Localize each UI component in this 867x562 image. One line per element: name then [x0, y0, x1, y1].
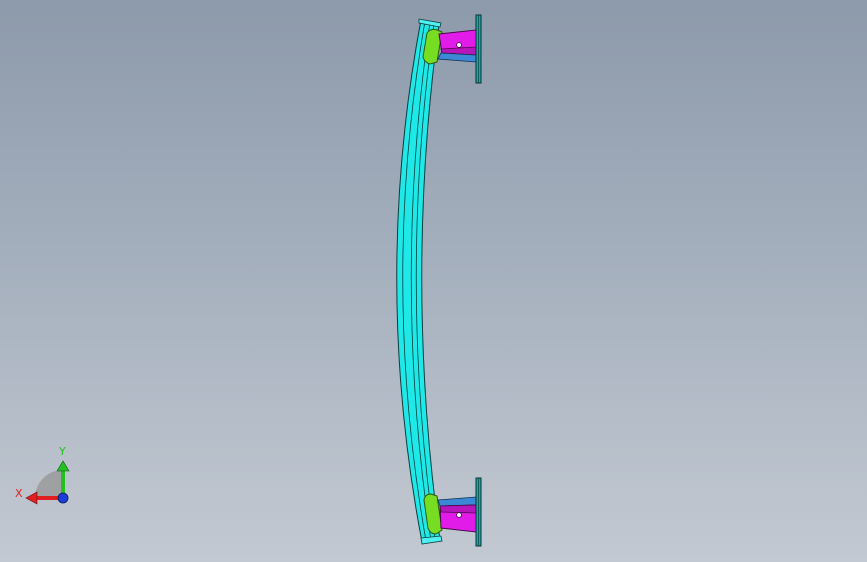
bottom-bracket-flange: [439, 504, 477, 514]
x-axis-label: X: [15, 487, 23, 500]
triad-plane-icon: [35, 470, 63, 498]
top-gusset: [437, 52, 477, 63]
bottom-gusset: [437, 496, 477, 507]
x-axis-arrow-icon: [25, 491, 38, 505]
curved-beam[interactable]: [396, 18, 443, 545]
y-axis-arrow-icon: [56, 460, 70, 472]
z-axis-icon: [57, 492, 69, 504]
beam-body[interactable]: [396, 19, 441, 543]
y-axis-label: Y: [58, 445, 66, 458]
top-bolt-hole: [456, 42, 462, 48]
model-view[interactable]: Y X: [0, 0, 867, 562]
graphics-viewport[interactable]: Y X: [0, 0, 867, 562]
coordinate-triad[interactable]: Y X: [15, 445, 70, 505]
bottom-bolt-hole: [456, 512, 462, 518]
